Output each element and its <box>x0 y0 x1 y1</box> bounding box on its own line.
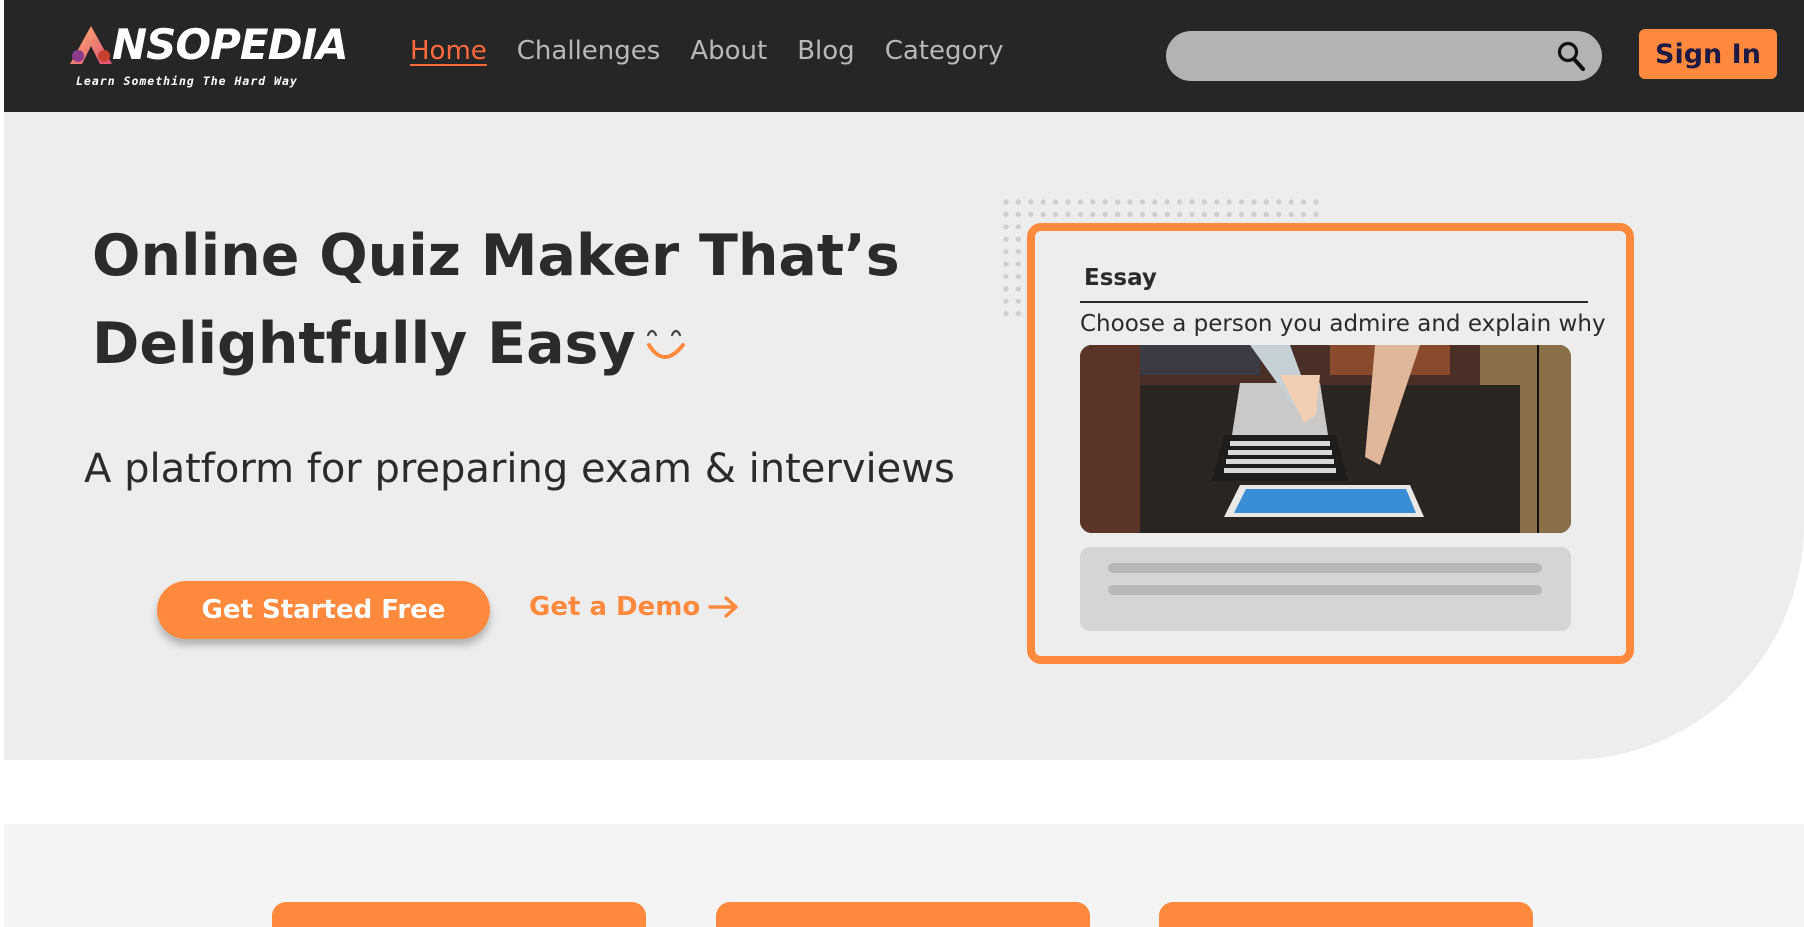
get-demo-label: Get a Demo <box>529 592 701 622</box>
logo-mark-icon <box>70 26 112 64</box>
nav-link-about[interactable]: About <box>690 36 767 66</box>
logo[interactable]: NSOPEDIA Learn Something The Hard Way <box>68 20 349 92</box>
hero-title: Online Quiz Maker That’s Delightfully Ea… <box>92 212 912 388</box>
hero-title-line-1: Online Quiz Maker That’s <box>92 223 900 289</box>
answer-placeholder-line <box>1108 563 1542 573</box>
logo-tagline: Learn Something The Hard Way <box>76 74 298 88</box>
laptop-photo <box>1080 345 1571 533</box>
nav-link-category[interactable]: Category <box>885 36 1004 66</box>
page: NSOPEDIA Learn Something The Hard Way Ho… <box>0 0 1804 927</box>
quiz-card-question: Choose a person you admire and explain w… <box>1080 311 1606 337</box>
arrow-right-icon <box>708 596 738 618</box>
smile-icon <box>646 330 685 360</box>
hero-section: Online Quiz Maker That’s Delightfully Ea… <box>4 112 1804 760</box>
hero-title-line-2: Delightfully Easy <box>92 300 912 388</box>
page-edge-left <box>0 0 4 927</box>
search-icon[interactable] <box>1556 40 1586 72</box>
nav-links: Home Challenges About Blog Category <box>410 36 1033 66</box>
quiz-preview-card: Essay Choose a person you admire and exp… <box>1027 223 1634 664</box>
nav-link-challenges[interactable]: Challenges <box>517 36 661 66</box>
feature-card[interactable] <box>1159 902 1533 927</box>
feature-card[interactable] <box>716 902 1090 927</box>
answer-placeholder-line <box>1108 585 1542 595</box>
laptop-photo-illustration <box>1080 345 1571 533</box>
sign-in-button[interactable]: Sign In <box>1639 29 1777 79</box>
hero-title-line-2-text: Delightfully Easy <box>92 311 636 377</box>
get-demo-link[interactable]: Get a Demo <box>529 592 740 622</box>
quiz-card-divider <box>1080 301 1588 303</box>
nav-link-blog[interactable]: Blog <box>797 36 854 66</box>
logo-text: NSOPEDIA <box>112 20 349 69</box>
feature-card[interactable] <box>272 902 646 927</box>
hero-subtitle: A platform for preparing exam & intervie… <box>84 446 955 492</box>
quiz-card-heading: Essay <box>1084 265 1157 291</box>
search-input[interactable] <box>1188 31 1548 81</box>
quiz-card-answer-box[interactable] <box>1080 547 1571 631</box>
get-started-button[interactable]: Get Started Free <box>157 581 490 639</box>
nav-link-home[interactable]: Home <box>410 36 487 66</box>
search-bar <box>1166 31 1602 81</box>
